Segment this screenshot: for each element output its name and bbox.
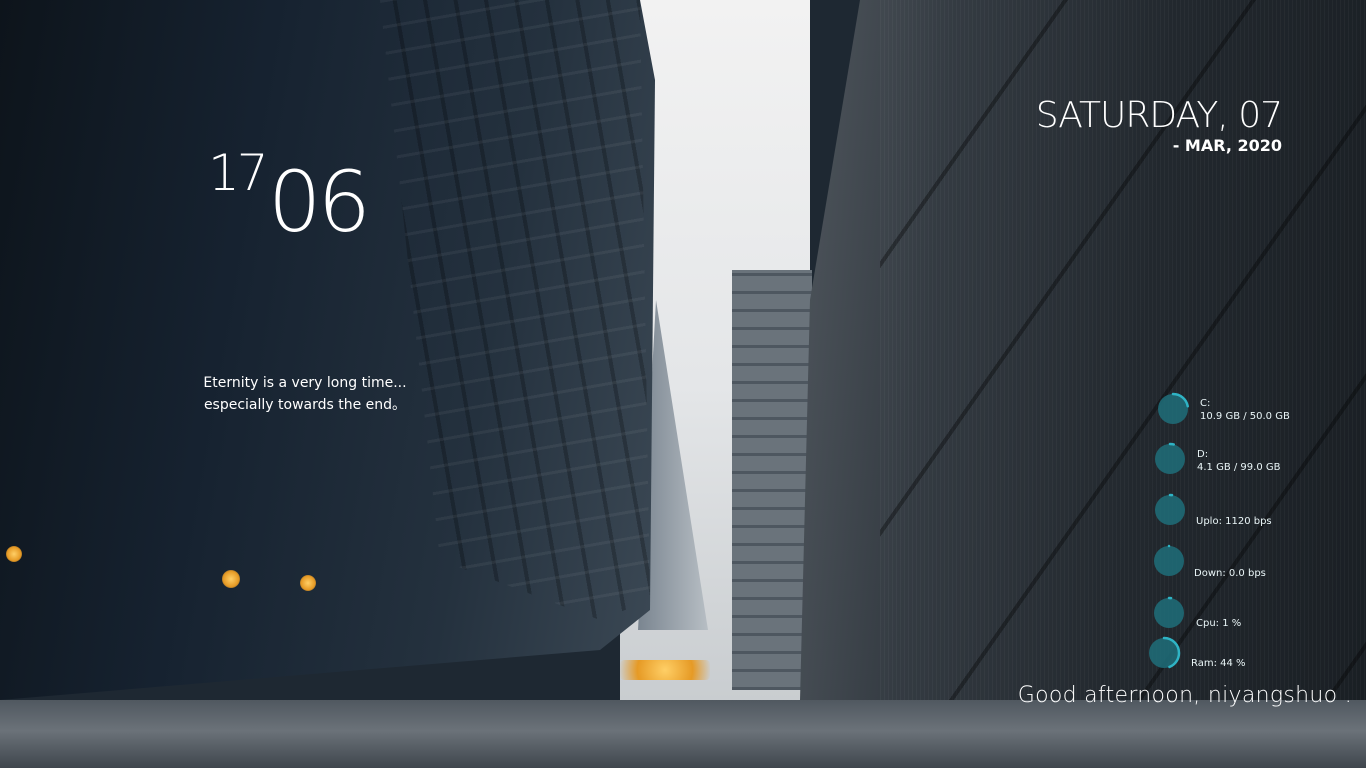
clock-minute: 06 [268, 153, 371, 251]
wallpaper-pavement [0, 700, 1366, 768]
wallpaper-lamp [222, 570, 240, 588]
upload-gauge-track [1155, 495, 1185, 525]
greeting-text: Good afternoon, niyangshuo . [1017, 683, 1352, 708]
download-rate: Down: 0.0 bps [1194, 568, 1266, 579]
download-gauge-graphic [1152, 544, 1186, 578]
wallpaper-lamp [6, 546, 22, 562]
drive-d-label: D: [1197, 449, 1209, 460]
quote-widget: Eternity is a very long time... especial… [190, 372, 420, 416]
drive-c-gauge [1156, 392, 1190, 426]
drive-d-gauge-graphic [1153, 442, 1187, 476]
download-gauge-track [1154, 546, 1184, 576]
sys-item-upload: Uplo: 1120 bps [1153, 493, 1303, 533]
drive-d-gauge-track [1155, 444, 1185, 474]
ram-usage: Ram: 44 % [1191, 658, 1246, 669]
sys-item-drive-c: C: 10.9 GB / 50.0 GB [1156, 392, 1306, 432]
download-gauge [1152, 544, 1186, 578]
ram-gauge [1147, 636, 1181, 670]
clock-hour: 17 [208, 144, 269, 202]
cpu-usage: Cpu: 1 % [1196, 618, 1242, 629]
drive-c-label: C: [1200, 398, 1211, 409]
upload-gauge-graphic [1153, 493, 1187, 527]
drive-d-gauge [1153, 442, 1187, 476]
quote-line-2: especially towards the end。 [203, 397, 407, 413]
drive-d-usage: 4.1 GB / 99.0 GB [1197, 462, 1281, 473]
quote-line-1: Eternity is a very long time... [203, 375, 407, 391]
ram-gauge-graphic [1147, 636, 1181, 670]
date-month-year: - MAR, 2020 [1172, 135, 1282, 155]
sys-item-cpu: Cpu: 1 % [1152, 596, 1302, 636]
wallpaper-lamp [620, 660, 710, 680]
desktop: 17 06 Eternity is a very long time... es… [0, 0, 1366, 768]
sys-item-download: Down: 0.0 bps [1152, 544, 1302, 584]
drive-c-gauge-graphic [1156, 392, 1190, 426]
upload-gauge [1153, 493, 1187, 527]
cpu-gauge-track [1154, 598, 1184, 628]
sys-item-drive-d: D: 4.1 GB / 99.0 GB [1153, 442, 1303, 482]
upload-rate: Uplo: 1120 bps [1196, 516, 1272, 527]
date-day: SATURDAY, 07 [1035, 95, 1283, 136]
cpu-gauge [1152, 596, 1186, 630]
cpu-gauge-graphic [1152, 596, 1186, 630]
drive-c-usage: 10.9 GB / 50.0 GB [1200, 411, 1290, 422]
wallpaper-lamp [300, 575, 316, 591]
wallpaper-mid-tower [732, 270, 812, 690]
date-widget: SATURDAY, 07 - MAR, 2020 [1035, 95, 1283, 155]
sys-item-ram: Ram: 44 % [1147, 636, 1297, 676]
